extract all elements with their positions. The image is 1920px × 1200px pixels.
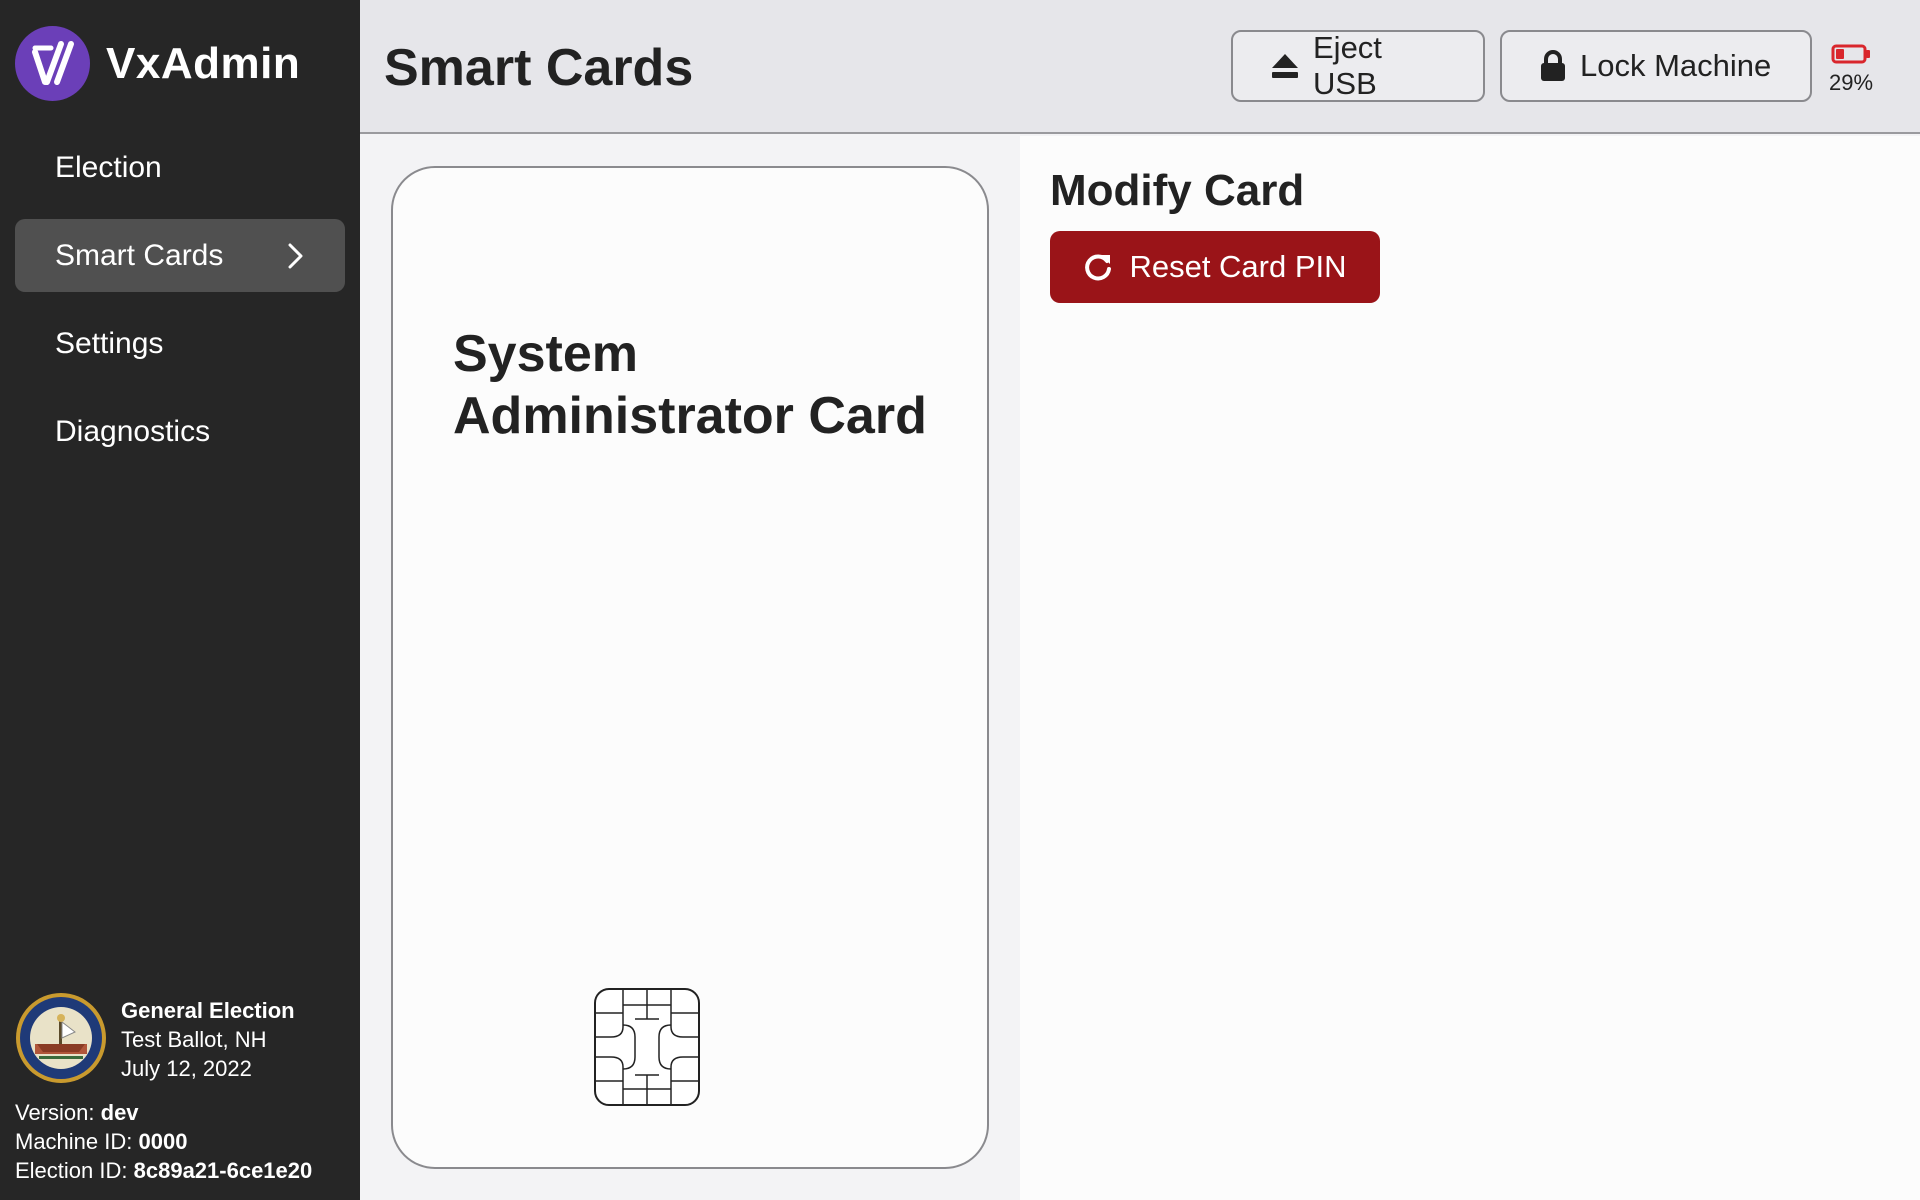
sidebar: VxAdmin Election Smart Cards Settings Di…	[0, 0, 360, 1200]
section-title: Modify Card	[1050, 166, 1305, 215]
brand: VxAdmin	[15, 26, 300, 101]
page-title: Smart Cards	[384, 39, 694, 97]
sidebar-item-label: Smart Cards	[55, 238, 224, 272]
lock-icon	[1540, 50, 1566, 82]
chevron-right-icon	[287, 242, 305, 270]
lock-machine-button[interactable]: Lock Machine	[1500, 30, 1812, 102]
state-seal-icon	[16, 993, 106, 1083]
eject-usb-label: Eject USB	[1313, 30, 1382, 101]
battery-icon	[1831, 44, 1870, 64]
smart-card: System Administrator Card	[391, 166, 989, 1169]
card-display-area: System Administrator Card	[360, 136, 1020, 1200]
refresh-icon	[1083, 252, 1113, 282]
sidebar-item-election[interactable]: Election	[15, 131, 345, 204]
version-row: Version: dev	[15, 1100, 139, 1125]
election-location: Test Ballot, NH	[121, 1027, 267, 1052]
lock-machine-label: Lock Machine	[1580, 48, 1772, 83]
sidebar-nav: Election Smart Cards Settings Diagnostic…	[15, 131, 345, 483]
election-id-row: Election ID: 8c89a21-6ce1e20	[15, 1158, 313, 1183]
sidebar-item-label: Diagnostics	[55, 414, 211, 448]
machine-id-row: Machine ID: 0000	[15, 1129, 188, 1154]
machine-id-value: 0000	[138, 1129, 188, 1154]
sidebar-item-smart-cards[interactable]: Smart Cards	[15, 219, 345, 292]
app-name: VxAdmin	[106, 38, 301, 88]
chip-icon	[594, 988, 700, 1106]
header: Smart Cards Eject USB Lock Machine 29%	[360, 0, 1920, 134]
version-value: dev	[100, 1100, 139, 1125]
election-title: General Election	[121, 998, 295, 1023]
battery-percent: 29%	[1828, 70, 1874, 95]
machine-info: Version: dev Machine ID: 0000 Election I…	[15, 1098, 312, 1185]
reset-card-pin-button[interactable]: Reset Card PIN	[1050, 231, 1380, 303]
reset-card-pin-label: Reset Card PIN	[1129, 249, 1347, 284]
vx-logo-icon	[15, 26, 90, 101]
sidebar-item-label: Settings	[55, 326, 164, 360]
sidebar-item-label: Election	[55, 150, 162, 184]
sidebar-item-settings[interactable]: Settings	[15, 307, 345, 380]
sidebar-item-diagnostics[interactable]: Diagnostics	[15, 395, 345, 468]
card-title: System Administrator Card	[453, 325, 927, 445]
modify-card-panel: Modify Card Reset Card PIN	[1020, 136, 1920, 1200]
eject-usb-button[interactable]: Eject USB	[1231, 30, 1485, 102]
eject-icon	[1271, 53, 1299, 79]
election-id-value: 8c89a21-6ce1e20	[133, 1158, 313, 1183]
election-info: General Election Test Ballot, NH July 12…	[15, 992, 295, 1084]
election-date: July 12, 2022	[121, 1056, 252, 1081]
battery-status: 29%	[1826, 44, 1876, 96]
